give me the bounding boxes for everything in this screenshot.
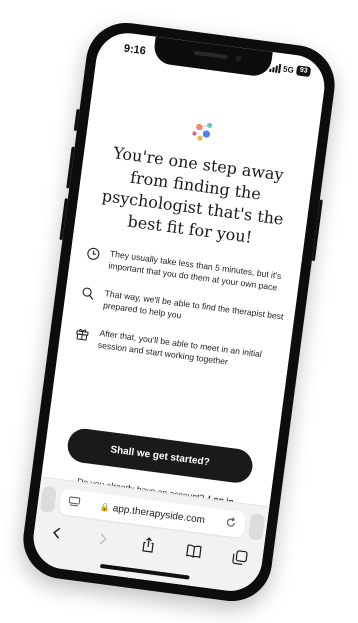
benefit-item: They usually take less than 5 minutes, b…: [83, 245, 290, 295]
gift-icon: [72, 324, 91, 349]
next-tab-peek[interactable]: [247, 512, 266, 541]
reader-mode-icon[interactable]: [67, 495, 81, 511]
benefit-item: That way, we'll be able to find the ther…: [78, 284, 285, 334]
therapyside-logo-icon: [187, 115, 218, 146]
browser-chrome: 🔒 app.therapyside.com: [29, 475, 270, 595]
clock-icon: [83, 245, 102, 270]
benefit-text: They usually take less than 5 minutes, b…: [107, 248, 282, 292]
phone-screen: 9:16 5G 93 You're one step away from fin…: [29, 28, 329, 595]
front-camera: [235, 54, 242, 62]
previous-tab-peek[interactable]: [39, 485, 58, 513]
lock-icon: 🔒: [99, 501, 111, 512]
bookmarks-icon[interactable]: [184, 540, 204, 560]
phone-mockup: 9:16 5G 93 You're one step away from fin…: [18, 17, 340, 606]
status-time: 9:16: [123, 42, 147, 57]
benefit-text: After that, you'll be able to meet in an…: [97, 327, 263, 366]
search-icon: [78, 284, 97, 309]
onboarding-headline: You're one step away from finding the ps…: [100, 142, 285, 247]
reload-icon[interactable]: [224, 515, 238, 531]
battery-icon: 93: [296, 64, 312, 77]
speaker: [193, 50, 228, 59]
home-indicator: [99, 563, 190, 580]
tabs-icon[interactable]: [229, 546, 249, 566]
benefits-list: They usually take less than 5 minutes, b…: [70, 245, 290, 391]
back-icon[interactable]: [47, 522, 67, 542]
benefit-item: After that, you'll be able to meet in an…: [72, 324, 279, 374]
get-started-button[interactable]: Shall we get started?: [65, 426, 255, 485]
benefit-text: That way, we'll be able to find the ther…: [102, 287, 285, 322]
status-indicators: 5G 93: [268, 61, 312, 77]
notch: [152, 36, 273, 78]
forward-icon[interactable]: [93, 528, 113, 548]
phone-frame: 9:16 5G 93 You're one step away from fin…: [18, 17, 340, 606]
network-label: 5G: [282, 63, 295, 74]
url-text[interactable]: app.therapyside.com: [112, 502, 205, 525]
share-icon[interactable]: [138, 534, 158, 554]
